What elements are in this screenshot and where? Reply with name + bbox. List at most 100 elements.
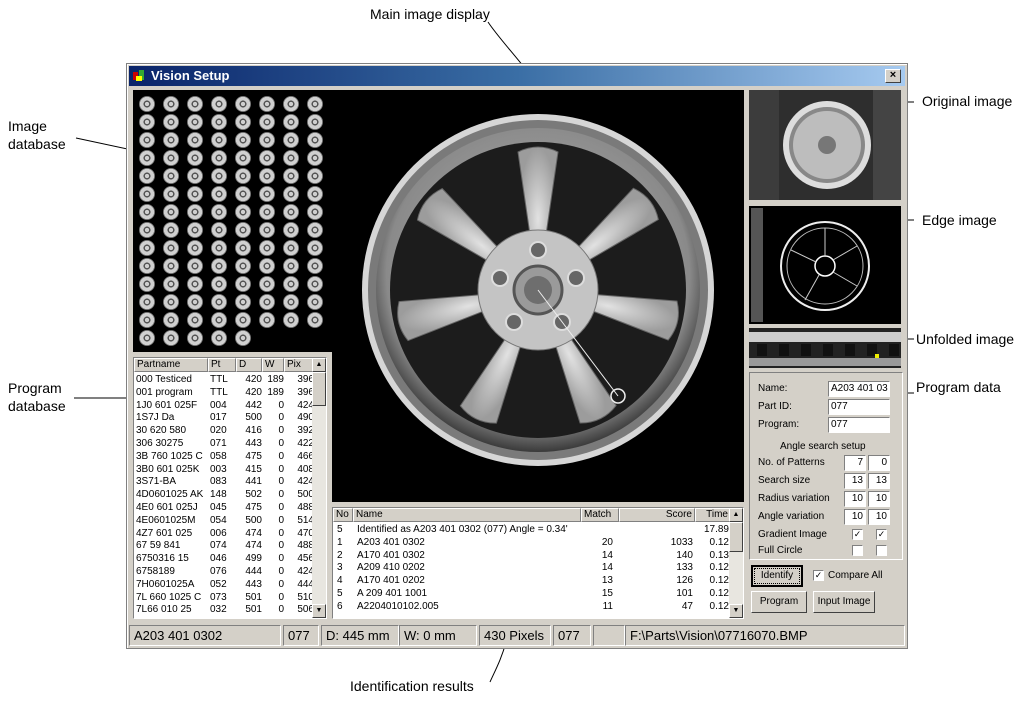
wheel-thumbnail[interactable] [307, 150, 323, 166]
wheel-thumbnail[interactable] [139, 150, 155, 166]
wheel-thumbnail[interactable] [163, 240, 179, 256]
main-image-display[interactable] [332, 90, 744, 502]
wheel-thumbnail[interactable] [259, 294, 275, 310]
wheel-thumbnail[interactable] [259, 96, 275, 112]
wheel-thumbnail[interactable] [163, 114, 179, 130]
program-database-list[interactable]: Partname Pt D W Pix 000 Testiced TTL 420 18… [133, 357, 327, 619]
wheel-thumbnail[interactable] [307, 294, 323, 310]
wheel-thumbnail[interactable] [259, 150, 275, 166]
wheel-thumbnail[interactable] [211, 240, 227, 256]
wheel-thumbnail[interactable] [211, 204, 227, 220]
gradient-image-checkbox-b[interactable]: ✓ [876, 529, 887, 540]
wheel-thumbnail[interactable] [283, 240, 299, 256]
wheel-thumbnail[interactable] [307, 312, 323, 328]
patterns-field-b[interactable]: 0 [868, 455, 890, 471]
wheel-thumbnail[interactable] [139, 114, 155, 130]
wheel-thumbnail[interactable] [283, 294, 299, 310]
wheel-thumbnail[interactable] [235, 114, 251, 130]
wheel-thumbnail[interactable] [163, 132, 179, 148]
wheel-thumbnail[interactable] [139, 258, 155, 274]
column-header-name[interactable]: Name [353, 508, 581, 522]
wheel-thumbnail[interactable] [163, 186, 179, 202]
wheel-thumbnail[interactable] [259, 312, 275, 328]
wheel-thumbnail[interactable] [259, 186, 275, 202]
wheel-thumbnail[interactable] [211, 132, 227, 148]
angle-variation-field-b[interactable]: 10 [868, 509, 890, 525]
wheel-thumbnail[interactable] [139, 312, 155, 328]
search-size-field-b[interactable]: 13 [868, 473, 890, 489]
image-database-grid[interactable] [133, 90, 333, 352]
wheel-thumbnail[interactable] [187, 240, 203, 256]
wheel-thumbnail[interactable] [211, 96, 227, 112]
wheel-thumbnail[interactable] [307, 114, 323, 130]
wheel-thumbnail[interactable] [259, 132, 275, 148]
column-header-w[interactable]: W [262, 358, 284, 372]
scroll-up-button[interactable]: ▲ [312, 358, 326, 372]
wheel-thumbnail[interactable] [235, 204, 251, 220]
full-circle-checkbox-b[interactable] [876, 545, 887, 556]
identification-results-list[interactable]: No Name Match Score Time 5 Identified as … [332, 507, 744, 619]
wheel-thumbnail[interactable] [283, 132, 299, 148]
wheel-thumbnail[interactable] [235, 96, 251, 112]
search-size-field-a[interactable]: 13 [844, 473, 866, 489]
wheel-thumbnail[interactable] [307, 186, 323, 202]
full-circle-checkbox-a[interactable] [852, 545, 863, 556]
wheel-thumbnail[interactable] [139, 240, 155, 256]
wheel-thumbnail[interactable] [259, 258, 275, 274]
wheel-thumbnail[interactable] [283, 114, 299, 130]
wheel-thumbnail[interactable] [307, 204, 323, 220]
wheel-thumbnail[interactable] [187, 312, 203, 328]
wheel-thumbnail[interactable] [187, 276, 203, 292]
scroll-thumb[interactable] [312, 372, 326, 406]
program-field[interactable]: 077 [828, 417, 890, 433]
wheel-thumbnail[interactable] [307, 276, 323, 292]
input-image-button[interactable]: Input Image [813, 591, 875, 613]
wheel-thumbnail[interactable] [283, 150, 299, 166]
wheel-thumbnail[interactable] [211, 258, 227, 274]
wheel-thumbnail[interactable] [163, 168, 179, 184]
radius-variation-field-a[interactable]: 10 [844, 491, 866, 507]
wheel-thumbnail[interactable] [163, 222, 179, 238]
wheel-thumbnail[interactable] [283, 312, 299, 328]
wheel-thumbnail[interactable] [187, 222, 203, 238]
wheel-thumbnail[interactable] [307, 96, 323, 112]
wheel-thumbnail[interactable] [235, 258, 251, 274]
wheel-thumbnail[interactable] [283, 258, 299, 274]
wheel-thumbnail[interactable] [307, 168, 323, 184]
column-header-score[interactable]: Score [619, 508, 695, 522]
program-button[interactable]: Program [751, 591, 807, 613]
wheel-thumbnail[interactable] [211, 186, 227, 202]
wheel-thumbnail[interactable] [163, 258, 179, 274]
wheel-thumbnail[interactable] [211, 222, 227, 238]
wheel-thumbnail[interactable] [283, 186, 299, 202]
wheel-thumbnail[interactable] [139, 96, 155, 112]
wheel-thumbnail[interactable] [307, 222, 323, 238]
results-scroll-thumb[interactable] [729, 522, 743, 552]
wheel-thumbnail[interactable] [259, 240, 275, 256]
wheel-thumbnail[interactable] [307, 240, 323, 256]
gradient-image-checkbox-a[interactable]: ✓ [852, 529, 863, 540]
wheel-thumbnail[interactable] [163, 330, 179, 346]
wheel-thumbnail[interactable] [187, 132, 203, 148]
wheel-thumbnail[interactable] [187, 258, 203, 274]
column-header-no[interactable]: No [333, 508, 353, 522]
wheel-thumbnail[interactable] [259, 204, 275, 220]
wheel-thumbnail[interactable] [187, 114, 203, 130]
identify-button[interactable]: Identify [751, 565, 803, 587]
wheel-thumbnail[interactable] [235, 240, 251, 256]
wheel-thumbnail[interactable] [211, 330, 227, 346]
wheel-thumbnail[interactable] [235, 168, 251, 184]
title-bar[interactable]: Vision Setup × [129, 66, 905, 86]
wheel-thumbnail[interactable] [211, 276, 227, 292]
wheel-thumbnail[interactable] [139, 276, 155, 292]
wheel-thumbnail[interactable] [259, 276, 275, 292]
wheel-thumbnail[interactable] [307, 132, 323, 148]
angle-variation-field-a[interactable]: 10 [844, 509, 866, 525]
wheel-thumbnail[interactable] [307, 258, 323, 274]
wheel-thumbnail[interactable] [235, 330, 251, 346]
column-header-time[interactable]: Time [695, 508, 731, 522]
wheel-thumbnail[interactable] [283, 276, 299, 292]
wheel-thumbnail[interactable] [283, 222, 299, 238]
radius-variation-field-b[interactable]: 10 [868, 491, 890, 507]
wheel-thumbnail[interactable] [163, 294, 179, 310]
